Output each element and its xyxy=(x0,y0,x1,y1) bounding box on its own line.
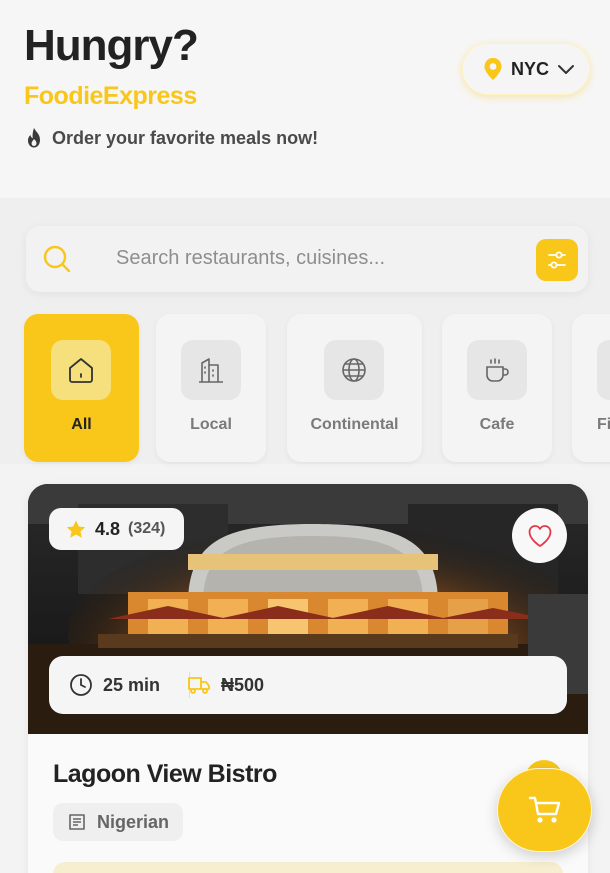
header: Hungry? FoodieExpress Order your favorit… xyxy=(0,0,610,198)
menu-book-icon xyxy=(69,814,85,830)
clock-icon xyxy=(70,674,92,696)
cart-button[interactable] xyxy=(497,768,592,852)
shopping-cart-icon xyxy=(528,796,560,823)
coffee-cup-icon xyxy=(486,358,509,382)
rating-badge: 4.8 (324) xyxy=(49,508,184,550)
review-count: (324) xyxy=(128,520,166,537)
category-all[interactable]: All xyxy=(24,314,139,462)
cuisine-label: Nigerian xyxy=(97,811,170,832)
search-icon xyxy=(43,245,71,273)
delivery-truck-icon xyxy=(188,677,210,694)
home-icon xyxy=(69,358,93,383)
city-label: NYC xyxy=(511,58,550,79)
location-pin-icon xyxy=(484,58,502,80)
delivery-info: 25 min ₦500 xyxy=(49,656,567,714)
page-title: Hungry? xyxy=(24,21,199,70)
category-tile xyxy=(181,340,241,400)
category-tile xyxy=(51,340,111,400)
fire-icon xyxy=(28,128,40,148)
search-input[interactable]: Search restaurants, cuisines... xyxy=(116,247,385,270)
category-cafe[interactable]: Cafe xyxy=(442,314,552,462)
category-label: All xyxy=(71,416,92,433)
favorite-button[interactable] xyxy=(512,508,567,563)
heart-icon xyxy=(528,524,551,547)
restaurant-name[interactable]: Lagoon View Bistro xyxy=(53,760,277,789)
globe-icon xyxy=(342,358,366,382)
category-continental[interactable]: Continental xyxy=(287,314,422,462)
tagline-text: Order your favorite meals now! xyxy=(52,127,319,148)
city-selector[interactable]: NYC xyxy=(462,43,590,95)
brand-name: FoodieExpress xyxy=(24,82,197,110)
category-local[interactable]: Local xyxy=(156,314,266,462)
category-tile xyxy=(324,340,384,400)
card-footer xyxy=(53,862,563,873)
category-tile xyxy=(467,340,527,400)
tagline: Order your favorite meals now! xyxy=(24,127,318,149)
search-section: Search restaurants, cuisines... All Loca… xyxy=(0,198,610,464)
category-label: Continental xyxy=(310,416,399,433)
category-label: Cafe xyxy=(479,416,515,433)
home-screen: Hungry? FoodieExpress Order your favorit… xyxy=(0,0,610,873)
category-fish[interactable]: Fi xyxy=(572,314,610,462)
rating-value: 4.8 xyxy=(95,518,121,539)
filter-button[interactable] xyxy=(536,239,578,281)
building-icon xyxy=(199,358,223,383)
delivery-time: 25 min xyxy=(69,656,160,714)
cuisine-tag: Nigerian xyxy=(53,803,184,841)
category-label: Local xyxy=(190,416,232,433)
sliders-icon xyxy=(548,251,566,269)
delivery-time-value: 25 min xyxy=(103,674,161,695)
category-tile xyxy=(597,340,610,400)
delivery-fee: ₦500 xyxy=(187,656,264,714)
chevron-down-icon xyxy=(558,65,575,74)
search-bar[interactable]: Search restaurants, cuisines... xyxy=(26,226,588,292)
category-label: Fi xyxy=(597,416,610,433)
star-icon xyxy=(66,520,86,538)
delivery-fee-value: ₦500 xyxy=(221,674,265,695)
